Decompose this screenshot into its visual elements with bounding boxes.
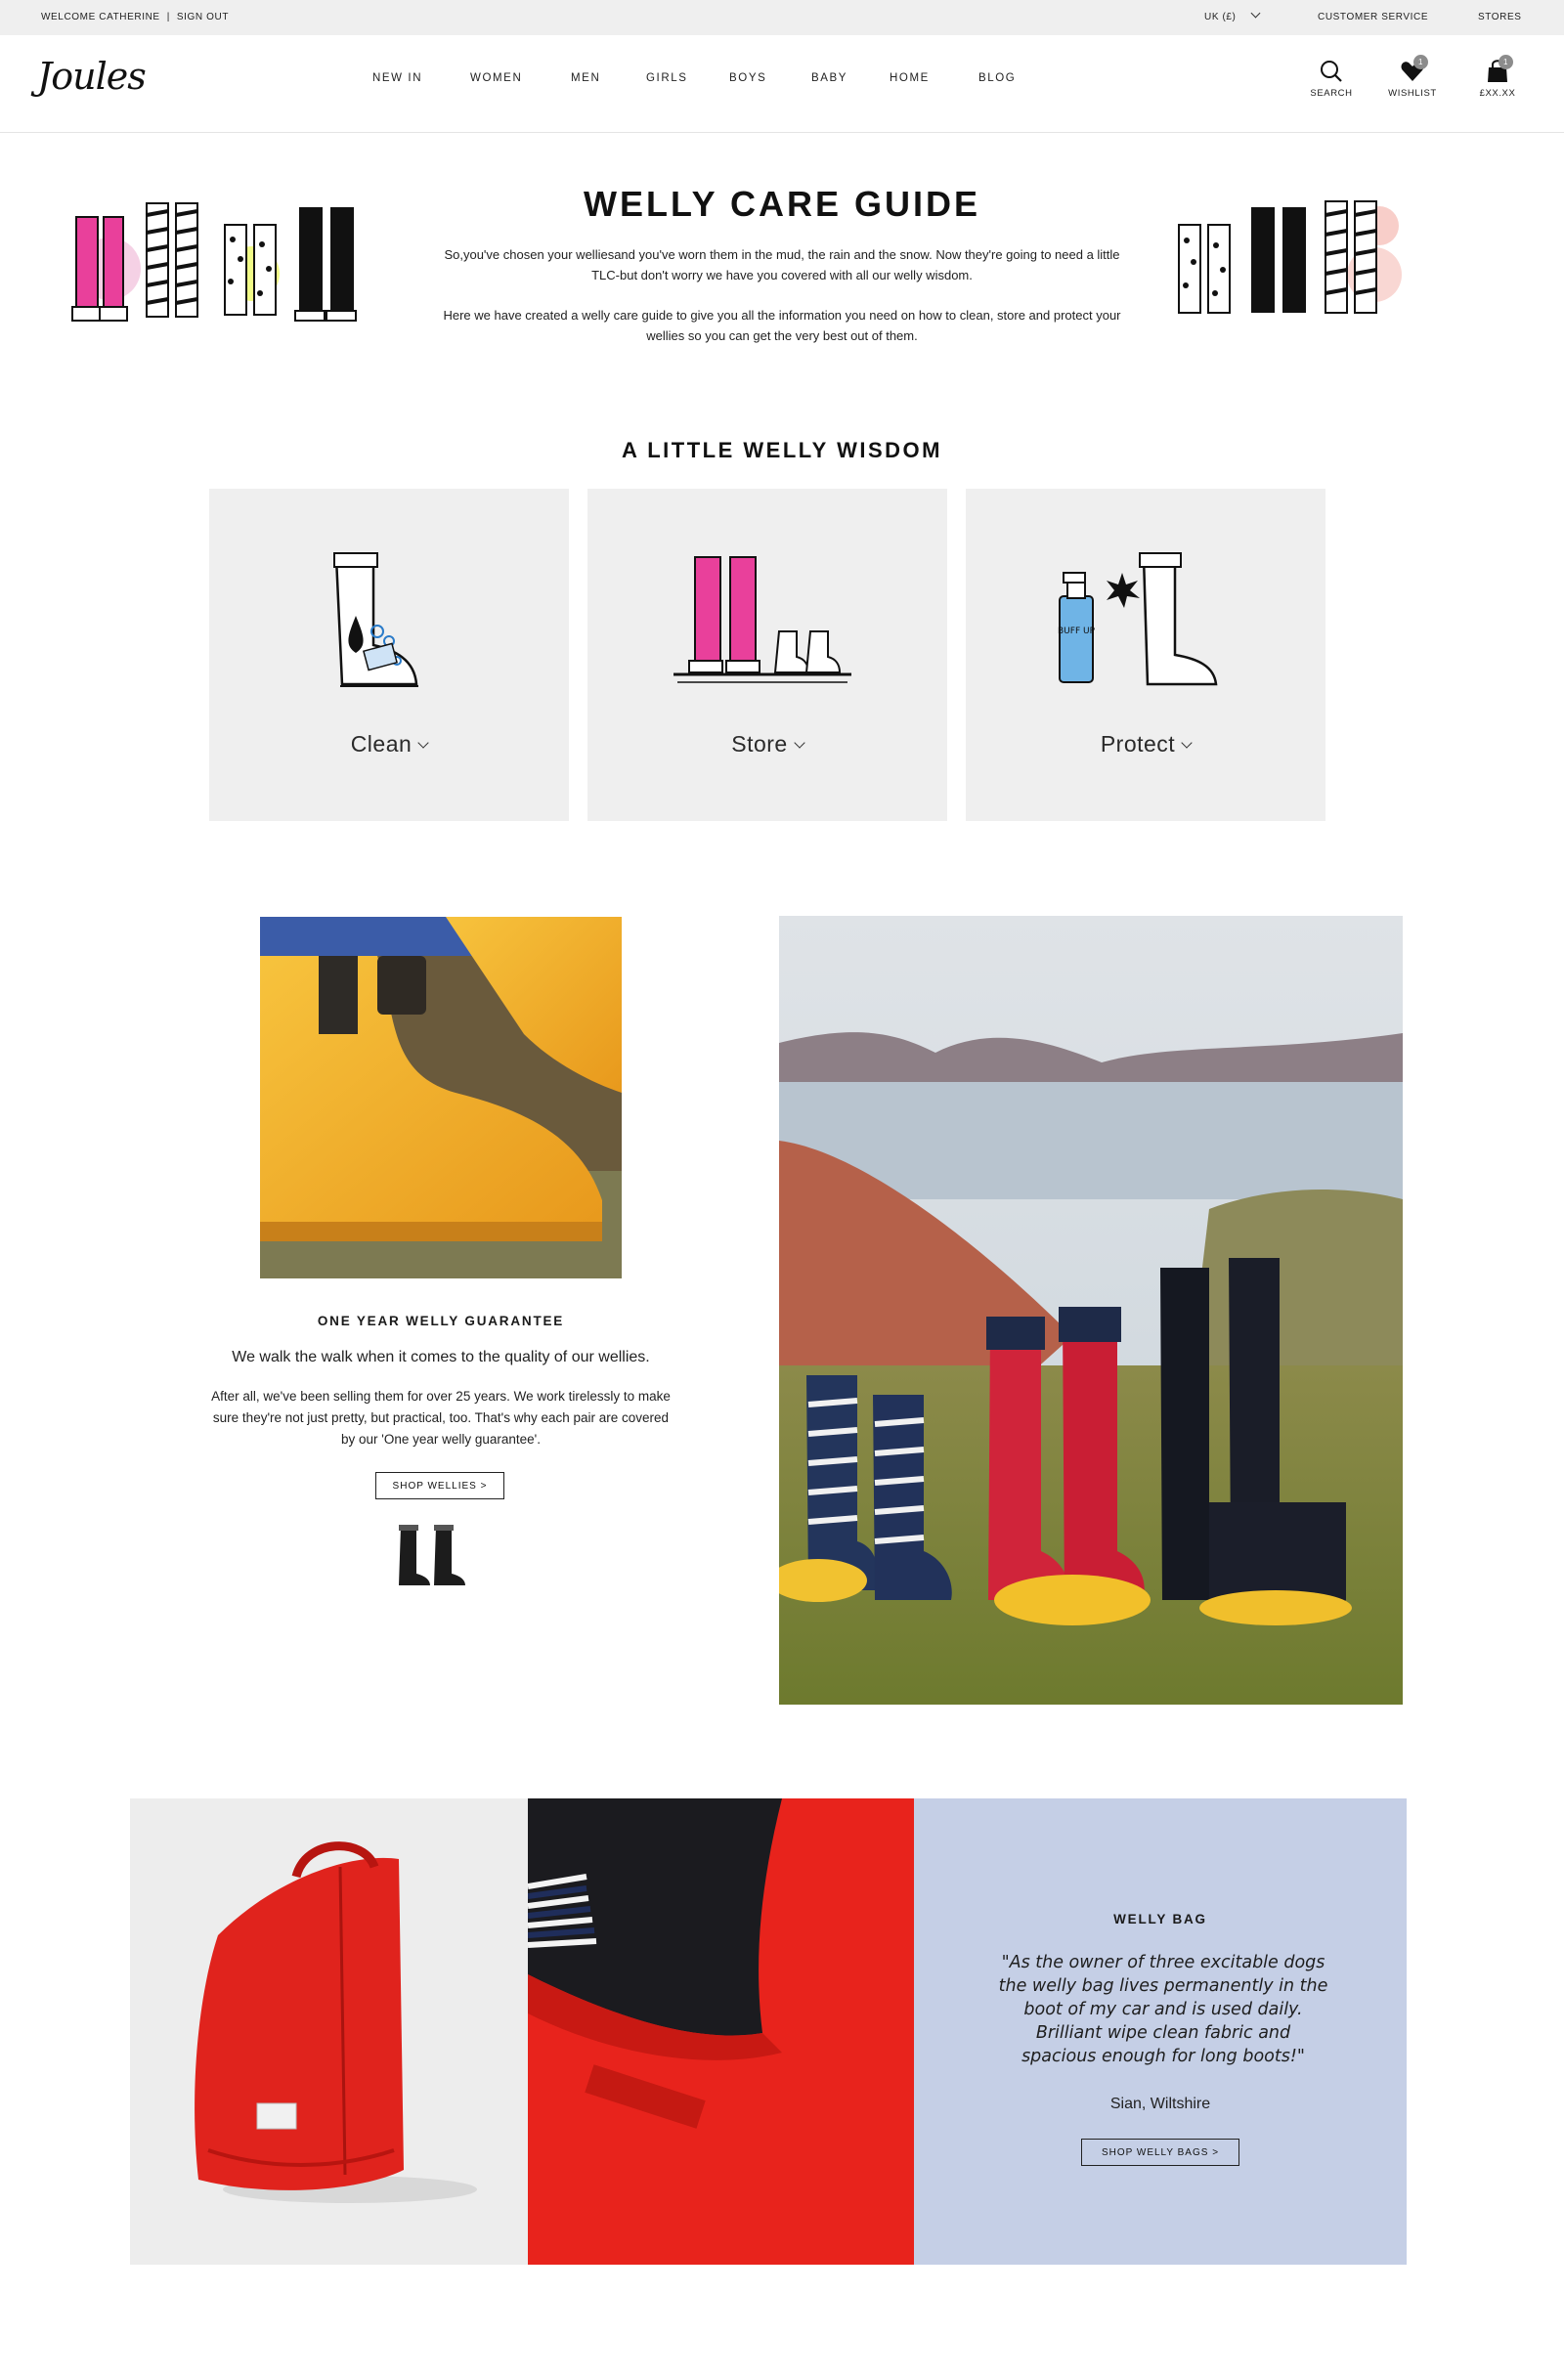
guarantee-body: After all, we've been selling them for o… — [211, 1389, 671, 1447]
top-utility-bar: WELCOME CATHERINE | SIGN OUT UK (£) CUSTOM… — [0, 0, 1564, 35]
basket-button[interactable]: 1 £XX.XX — [1468, 55, 1527, 99]
chevron-down-icon — [417, 737, 429, 749]
clean-card[interactable]: Clean — [209, 489, 569, 821]
joules-logo[interactable]: Joules — [37, 55, 147, 98]
wishlist-button[interactable]: 1 WISHLIST — [1383, 55, 1442, 99]
nav-boys[interactable]: BOYS — [729, 72, 766, 84]
chevron-down-icon — [1250, 8, 1260, 19]
basket-total: £XX.XX — [1479, 88, 1516, 99]
wishlist-count-badge: 1 — [1413, 55, 1428, 69]
search-icon — [1302, 57, 1361, 86]
shop-wellies-button[interactable]: SHOP WELLIES > — [375, 1472, 504, 1499]
currency-selector[interactable]: UK (£) — [1204, 8, 1260, 22]
protect-card[interactable]: BUFF UP Protect — [966, 489, 1325, 821]
store-boots-icon — [673, 556, 851, 683]
clean-boot-icon — [333, 552, 418, 687]
welly-bag-quote: "As the owner of three excitable dogs th… — [998, 1953, 1328, 2066]
search-label: SEARCH — [1310, 88, 1353, 99]
nav-women[interactable]: WOMEN — [470, 72, 522, 84]
guarantee-lead: We walk the walk when it comes to the qu… — [232, 1349, 650, 1365]
customer-service-link[interactable]: CUSTOMER SERVICE — [1318, 12, 1428, 22]
nav-blog[interactable]: BLOG — [978, 72, 1016, 84]
account-links: WELCOME CATHERINE | SIGN OUT — [41, 12, 229, 22]
wellies-lakeside-photo — [779, 916, 1403, 1705]
heart-icon: 1 — [1383, 55, 1442, 86]
nav-girls[interactable]: GIRLS — [646, 72, 688, 84]
welly-bag-photo — [130, 1798, 528, 2265]
store-label: Store — [587, 731, 947, 757]
intro-paragraph-2: Here we have created a welly care guide … — [443, 308, 1121, 343]
small-black-wellies-icon — [391, 1521, 493, 1594]
right-wellies-illustration — [1169, 192, 1413, 333]
intro-paragraph-1: So,you've chosen your welliesand you've … — [444, 247, 1120, 282]
nav-men[interactable]: MEN — [571, 72, 600, 84]
protect-label: Protect — [966, 731, 1325, 757]
shopping-bag-icon: 1 — [1468, 55, 1527, 86]
welcome-text: WELCOME CATHERINE — [41, 12, 160, 22]
nav-new-in[interactable]: NEW IN — [372, 72, 422, 84]
welly-bag-title: WELLY BAG — [1113, 1912, 1207, 1926]
nav-home[interactable]: HOME — [890, 72, 930, 84]
site-header: Joules NEW IN WOMEN MEN GIRLS BOYS BABY … — [0, 35, 1564, 133]
guarantee-title: ONE YEAR WELLY GUARANTEE — [317, 1314, 565, 1328]
basket-count-badge: 1 — [1499, 55, 1513, 69]
nav-baby[interactable]: BABY — [811, 72, 847, 84]
spray-bottle-text: BUFF UP — [1058, 627, 1096, 636]
wishlist-label: WISHLIST — [1388, 88, 1437, 99]
divider: | — [166, 12, 170, 22]
welly-bag-detail-photo — [528, 1798, 914, 2265]
sign-out-link[interactable]: SIGN OUT — [177, 12, 229, 22]
chevron-down-icon — [794, 737, 805, 749]
wisdom-title: A LITTLE WELLY WISDOM — [622, 438, 942, 462]
yellow-welly-photo — [260, 917, 622, 1278]
stores-link[interactable]: STORES — [1478, 12, 1522, 22]
clean-label: Clean — [209, 731, 569, 757]
currency-label: UK (£) — [1204, 12, 1237, 22]
chevron-down-icon — [1181, 737, 1193, 749]
store-card[interactable]: Store — [587, 489, 947, 821]
protect-spray-icon: BUFF UP — [1058, 552, 1218, 686]
shop-welly-bags-button[interactable]: SHOP WELLY BAGS > — [1081, 2139, 1239, 2166]
review-author: Sian, Wiltshire — [1109, 2096, 1211, 2112]
search-button[interactable]: SEARCH — [1302, 57, 1361, 99]
